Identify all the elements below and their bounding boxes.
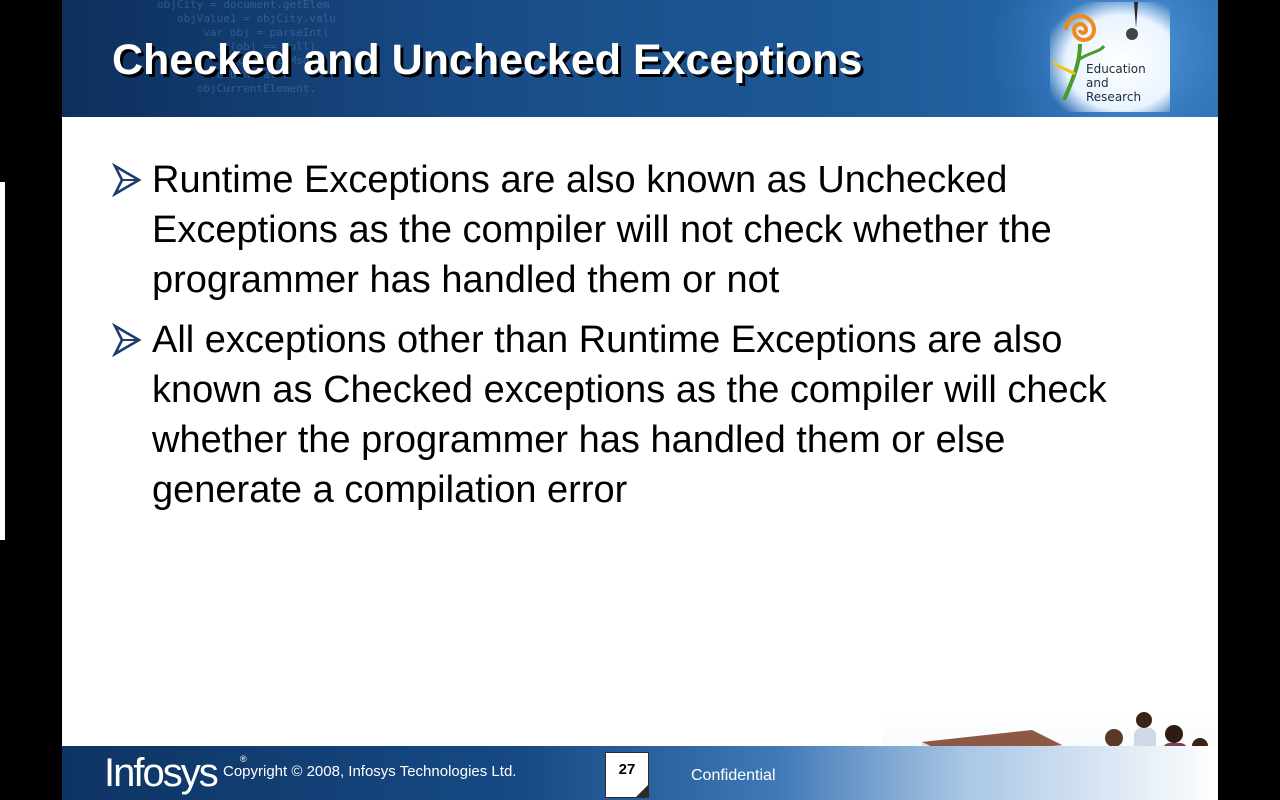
page-number-box: 27 [605,752,649,798]
logo-line-research: Research [1086,90,1142,104]
education-research-logo: Education and Research [1050,2,1170,112]
arrow-bullet-icon [112,323,142,357]
page-number: 27 [618,761,636,778]
left-edge-bar [0,182,5,540]
bullet-item: Runtime Exceptions are also known as Unc… [112,155,1132,305]
logo-text: Education and Research [1086,62,1146,104]
logo-line-and: and [1086,76,1109,90]
bullet-item: All exceptions other than Runtime Except… [112,315,1132,515]
arrow-bullet-icon [112,163,142,197]
bullet-text: All exceptions other than Runtime Except… [152,319,1107,511]
copyright-text: Copyright © 2008, Infosys Technologies L… [223,763,517,780]
confidential-label: Confidential [691,767,776,784]
page-fold-icon [636,785,648,797]
bullet-list: Runtime Exceptions are also known as Unc… [112,155,1132,525]
slide-title: Checked and Unchecked Exceptions [112,36,863,84]
bullet-text: Runtime Exceptions are also known as Unc… [152,159,1052,301]
logo-line-education: Education [1086,62,1146,76]
slide: objCity = document.getElem objValue1 = o… [62,0,1218,800]
infosys-logo: Infosys [104,751,219,795]
slide-footer: Infosys ® Copyright © 2008, Infosys Tech… [62,746,1218,800]
slide-header: objCity = document.getElem objValue1 = o… [62,0,1218,117]
